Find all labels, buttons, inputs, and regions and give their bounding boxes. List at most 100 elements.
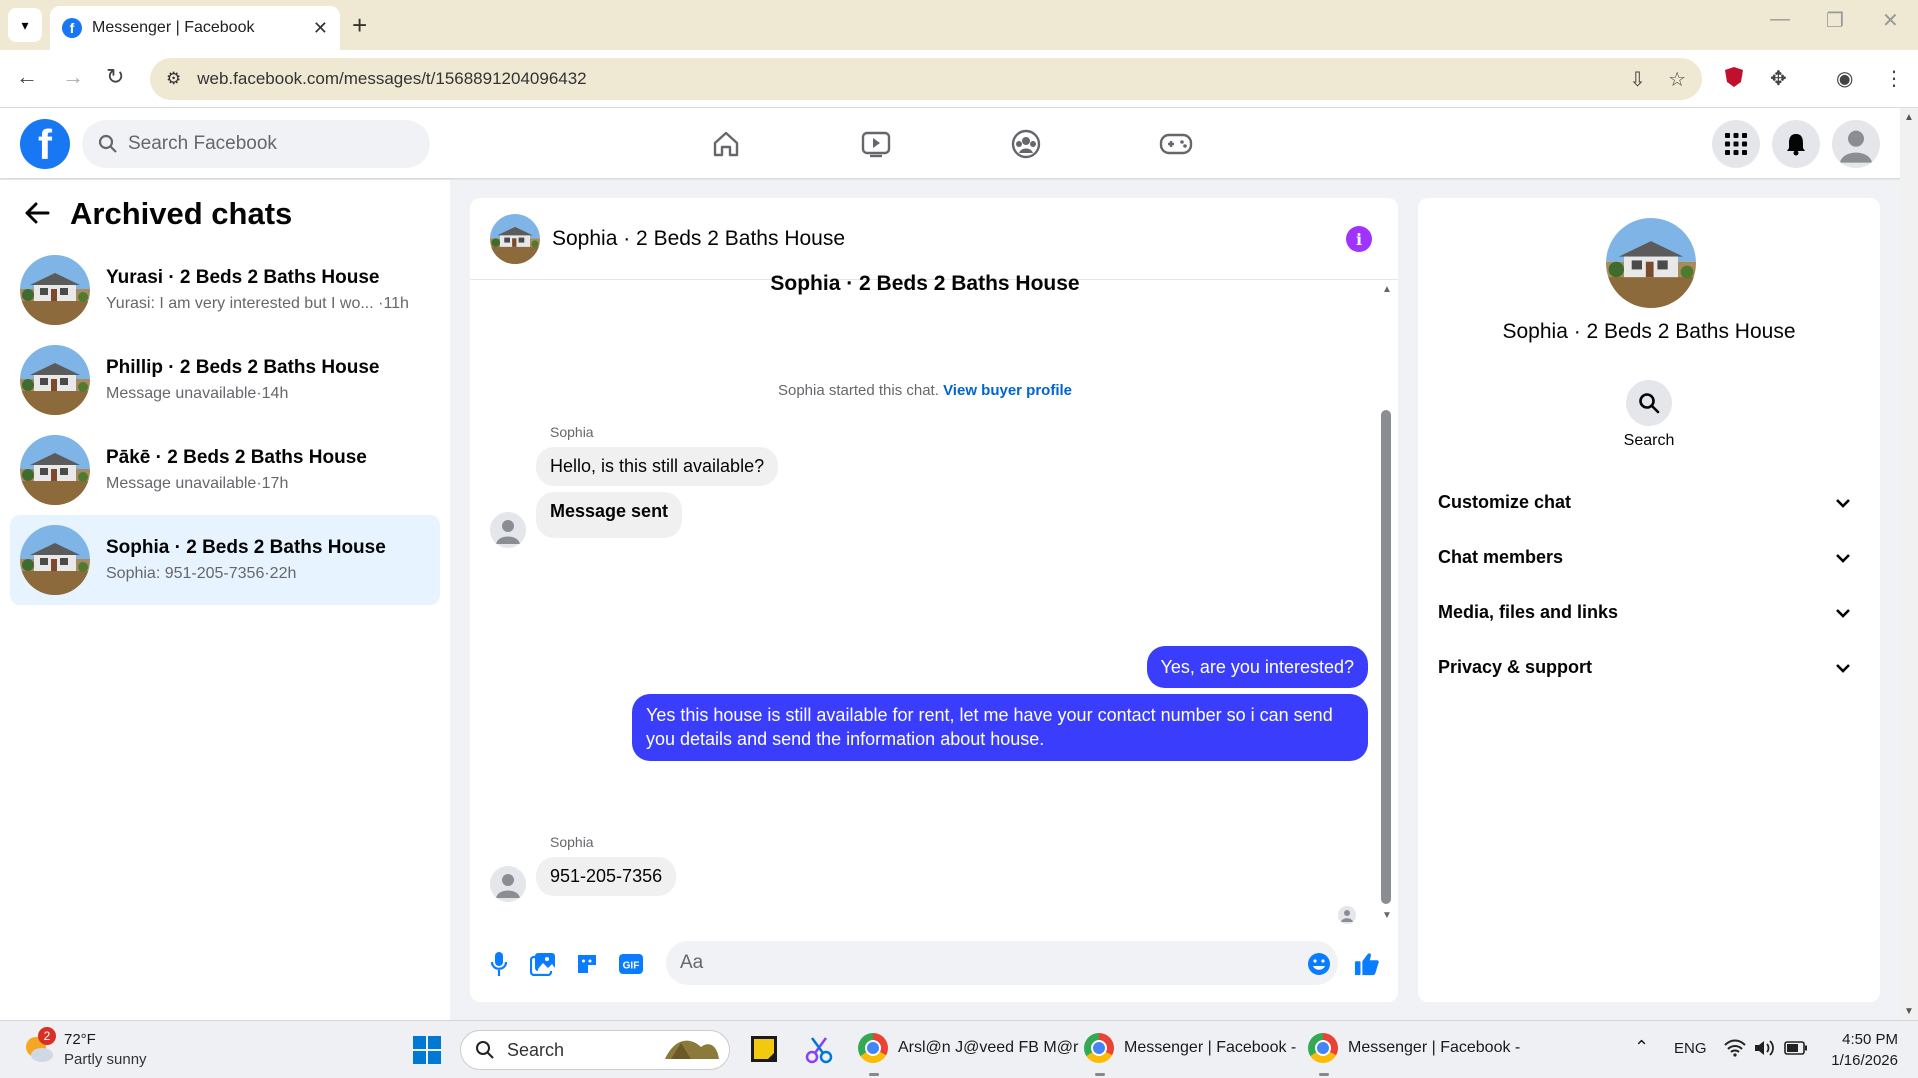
clock-time: 4:50 PM [1842,1031,1898,1048]
chat-item-phillip[interactable]: Phillip · 2 Beds 2 Baths House Message u… [10,335,440,425]
window-close-icon[interactable]: ✕ [1882,8,1899,33]
tab-title: Messenger | Facebook [92,19,255,36]
incoming-message[interactable]: Hello, is this still available? [536,447,779,486]
gaming-icon[interactable] [1156,126,1196,162]
customize-chat-section[interactable]: Customize chat [1438,480,1860,524]
browser-tab-messenger[interactable]: f Messenger | Facebook ✕ [50,6,340,50]
chat-item-yurasi[interactable]: Yurasi · 2 Beds 2 Baths House Yurasi: I … [10,245,440,335]
tab-search-dropdown-icon[interactable]: ▾ [8,8,42,42]
sender-avatar[interactable] [490,512,526,548]
chat-name: Pākē · 2 Beds 2 Baths House [106,447,367,468]
chat-item-sophia[interactable]: Sophia · 2 Beds 2 Baths House Sophia: 95… [10,515,440,605]
notifications-bell-icon[interactable] [1772,120,1820,168]
groups-icon[interactable] [1006,126,1046,162]
sender-label: Sophia [550,834,594,850]
message-input[interactable] [666,941,1338,985]
chat-avatar [20,255,90,325]
browser-toolbar: ← → ↻ ⚙ web.facebook.com/messages/t/1568… [0,50,1918,108]
archived-chats-panel: Archived chats Yurasi · 2 Beds 2 Baths H… [0,180,450,1020]
back-arrow-icon[interactable] [24,196,50,232]
conversation-header: Sophia · 2 Beds 2 Baths House i [470,198,1398,280]
chat-started-text: Sophia started this chat. [777,382,939,399]
taskbar-app-label: Arsl@n J@veed FB M@r [898,1039,1079,1056]
weather-badge: 2 [38,1027,56,1045]
conversation-scroll-thumb[interactable] [1381,410,1391,904]
info-search-label: Search [1623,432,1675,449]
extensions-icon[interactable]: ✥ [1770,66,1787,91]
scroll-up-icon[interactable]: ▲ [1382,284,1392,295]
like-thumb-icon[interactable] [1354,951,1380,977]
scroll-down-icon[interactable]: ▼ [1382,910,1392,921]
taskbar-app-label: Messenger | Facebook - [1124,1039,1297,1056]
weather-temp: 72°F [64,1031,96,1048]
archived-chats-title: Archived chats [70,196,293,231]
sender-avatar[interactable] [490,866,526,902]
restore-icon[interactable]: ❐ [1826,8,1844,33]
system-clock[interactable]: 4:50 PM 1/16/2026 [1826,1031,1898,1069]
microphone-icon[interactable] [486,951,512,977]
facebook-search-box[interactable]: Search Facebook [82,120,430,168]
gif-icon[interactable]: GIF [618,951,644,977]
media-files-links-section[interactable]: Media, files and links [1438,590,1860,634]
conversation-avatar[interactable] [490,214,540,264]
emoji-icon[interactable] [1306,951,1332,977]
sticker-icon[interactable] [574,951,600,977]
page-scroll-up-icon[interactable]: ▲ [1904,112,1914,123]
outgoing-message[interactable]: Yes, are you interested? [1146,646,1368,689]
chat-avatar [20,345,90,415]
view-buyer-profile-link[interactable]: View buyer profile [943,382,1072,399]
chat-preview: Sophia: 951-205-7356·22h [106,565,297,582]
facebook-logo-icon[interactable]: f [20,119,70,169]
clock-date: 1/16/2026 [1831,1052,1898,1069]
info-chat-name: Sophia · 2 Beds 2 Baths House [1502,320,1796,343]
menu-kebab-icon[interactable]: ⋮ [1884,66,1904,91]
tab-close-icon[interactable]: ✕ [313,18,328,39]
info-search-button[interactable] [1626,380,1672,426]
photo-gallery-icon[interactable] [530,951,556,977]
incoming-message[interactable]: 951-205-7356 [536,857,677,896]
privacy-support-section[interactable]: Privacy & support [1438,645,1860,689]
address-bar[interactable]: ⚙ web.facebook.com/messages/t/1568891204… [150,58,1702,100]
chevron-down-icon [1836,602,1850,623]
profile-icon[interactable]: ◉ [1836,66,1853,91]
taskbar-search[interactable]: Search [460,1030,730,1070]
menu-grid-icon[interactable] [1712,120,1760,168]
reload-icon[interactable]: ↻ [106,64,124,90]
forward-icon[interactable]: → [62,64,84,90]
windows-start-icon[interactable] [412,1035,442,1069]
outgoing-message[interactable]: Yes this house is still available for re… [632,694,1368,761]
incoming-message[interactable]: Message sent [536,492,683,538]
bookmark-star-icon[interactable]: ☆ [1668,67,1686,92]
volume-icon[interactable] [1754,1039,1776,1061]
page-scrollbar[interactable]: ▲ ▼ [1900,108,1918,1020]
wifi-icon[interactable] [1724,1039,1746,1061]
browser-tabbar: ▾ f Messenger | Facebook ✕ + — ❐ ✕ [0,0,1918,50]
new-tab-icon[interactable]: + [352,10,367,41]
page-scroll-down-icon[interactable]: ▼ [1904,1006,1914,1017]
chat-members-section[interactable]: Chat members [1438,535,1860,579]
taskbar-app-chrome-2[interactable]: Messenger | Facebook - [1084,1033,1296,1063]
install-app-icon[interactable]: ⇩ [1629,67,1646,92]
language-indicator[interactable]: ENG [1674,1040,1707,1057]
conversation-name[interactable]: Sophia · 2 Beds 2 Baths House [552,227,845,251]
chat-preview: Message unavailable·17h [106,475,289,492]
facebook-search-placeholder: Search Facebook [128,133,277,154]
minimize-icon[interactable]: — [1770,8,1790,31]
back-icon[interactable]: ← [16,64,38,90]
section-label: Media, files and links [1438,601,1619,622]
show-hidden-icons-chevron-icon[interactable]: ⌃ [1634,1037,1649,1058]
taskbar-app-chrome-1[interactable]: Arsl@n J@veed FB M@r [858,1033,1078,1063]
conversation-info-icon[interactable]: i [1346,226,1372,252]
sticky-notes-icon[interactable] [750,1035,778,1067]
site-info-icon[interactable]: ⚙ [166,69,181,89]
weather-icon[interactable]: 2 [22,1027,56,1065]
home-icon[interactable] [706,126,746,162]
taskbar-app-chrome-3[interactable]: Messenger | Facebook - [1308,1033,1520,1063]
snipping-tool-icon[interactable] [804,1035,834,1069]
chat-item-pake[interactable]: Pākē · 2 Beds 2 Baths House Message unav… [10,425,440,515]
video-icon[interactable] [856,126,896,162]
search-icon [1639,393,1660,414]
account-avatar[interactable] [1832,120,1880,168]
ublock-extension-icon[interactable] [1724,66,1744,94]
battery-icon[interactable] [1784,1041,1808,1059]
